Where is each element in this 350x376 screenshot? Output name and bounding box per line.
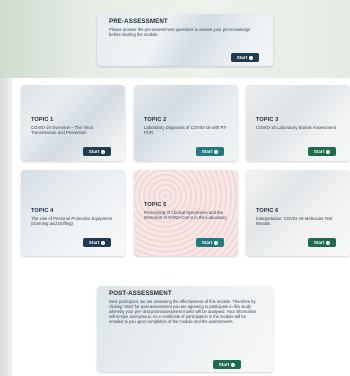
topic-5-start-button[interactable]: Start › bbox=[196, 238, 224, 247]
topic-6-description: Interpretation: COVID-19 Molecular Test … bbox=[256, 216, 333, 227]
arrow-right-icon: › bbox=[214, 240, 219, 245]
topic-4-card: TOPIC 4 The Use of Personal Protective E… bbox=[21, 170, 125, 256]
pre-assessment-card: PRE-ASSESSMENT Please answer the pre-ass… bbox=[97, 14, 273, 66]
topic-5-description: Processing of Clinical Specimens and the… bbox=[144, 210, 227, 221]
topic-6-title: TOPIC 6 bbox=[256, 208, 279, 214]
start-label: Start bbox=[88, 240, 100, 245]
topic-2-description: Laboratory Diagnosis of COVID-19 with RT… bbox=[144, 125, 228, 136]
topic-1-title: TOPIC 1 bbox=[31, 117, 54, 123]
start-label: Start bbox=[313, 149, 325, 154]
arrow-right-icon: › bbox=[101, 240, 106, 245]
arrow-right-icon: › bbox=[326, 240, 331, 245]
topic-6-start-button[interactable]: Start › bbox=[308, 238, 336, 247]
topic-1-start-button[interactable]: Start › bbox=[83, 147, 111, 156]
post-assessment-description: Dear participant, we are assessing the e… bbox=[109, 299, 257, 325]
topic-1-card: TOPIC 1 COVID-19 Overview – The Virus, T… bbox=[21, 85, 125, 161]
post-assessment-title: POST-ASSESSMENT bbox=[109, 290, 172, 297]
topic-3-card: TOPIC 3 COVID-19 Laboratory Biorisk Asse… bbox=[246, 85, 350, 161]
topic-2-start-button[interactable]: Start › bbox=[196, 147, 224, 156]
arrow-right-icon: › bbox=[231, 362, 236, 367]
topic-5-card: TOPIC 5 Processing of Clinical Specimens… bbox=[134, 170, 238, 256]
pre-assessment-start-button[interactable]: Start › bbox=[231, 53, 259, 62]
pre-assessment-title: PRE-ASSESSMENT bbox=[109, 18, 168, 25]
topic-4-description: The Use of Personal Protective Equipment… bbox=[31, 216, 113, 227]
arrow-right-icon: › bbox=[101, 149, 106, 154]
topic-3-title: TOPIC 3 bbox=[256, 117, 279, 123]
topic-3-description: COVID-19 Laboratory Biorisk Assessment bbox=[256, 125, 336, 130]
start-label: Start bbox=[201, 240, 213, 245]
start-label: Start bbox=[88, 149, 100, 154]
topic-4-start-button[interactable]: Start › bbox=[83, 238, 111, 247]
topic-4-title: TOPIC 4 bbox=[31, 208, 54, 214]
start-label: Start bbox=[313, 240, 325, 245]
post-assessment-card: POST-ASSESSMENT Dear participant, we are… bbox=[97, 286, 273, 372]
start-label: Start bbox=[218, 362, 230, 367]
topic-1-description: COVID-19 Overview – The Virus, Transmiss… bbox=[31, 125, 95, 136]
start-label: Start bbox=[201, 149, 213, 154]
arrow-right-icon: › bbox=[326, 149, 331, 154]
post-assessment-start-button[interactable]: Start › bbox=[213, 360, 241, 369]
topic-2-title: TOPIC 2 bbox=[144, 117, 167, 123]
topic-2-card: TOPIC 2 Laboratory Diagnosis of COVID-19… bbox=[134, 85, 238, 161]
arrow-right-icon: › bbox=[214, 149, 219, 154]
topic-6-card: TOPIC 6 Interpretation: COVID-19 Molecul… bbox=[246, 170, 350, 256]
pre-assessment-description: Please answer the pre-assessment questio… bbox=[109, 27, 251, 38]
start-label: Start bbox=[236, 55, 248, 60]
topic-3-start-button[interactable]: Start › bbox=[308, 147, 336, 156]
topic-5-title: TOPIC 5 bbox=[144, 202, 167, 208]
arrow-right-icon: › bbox=[249, 55, 254, 60]
